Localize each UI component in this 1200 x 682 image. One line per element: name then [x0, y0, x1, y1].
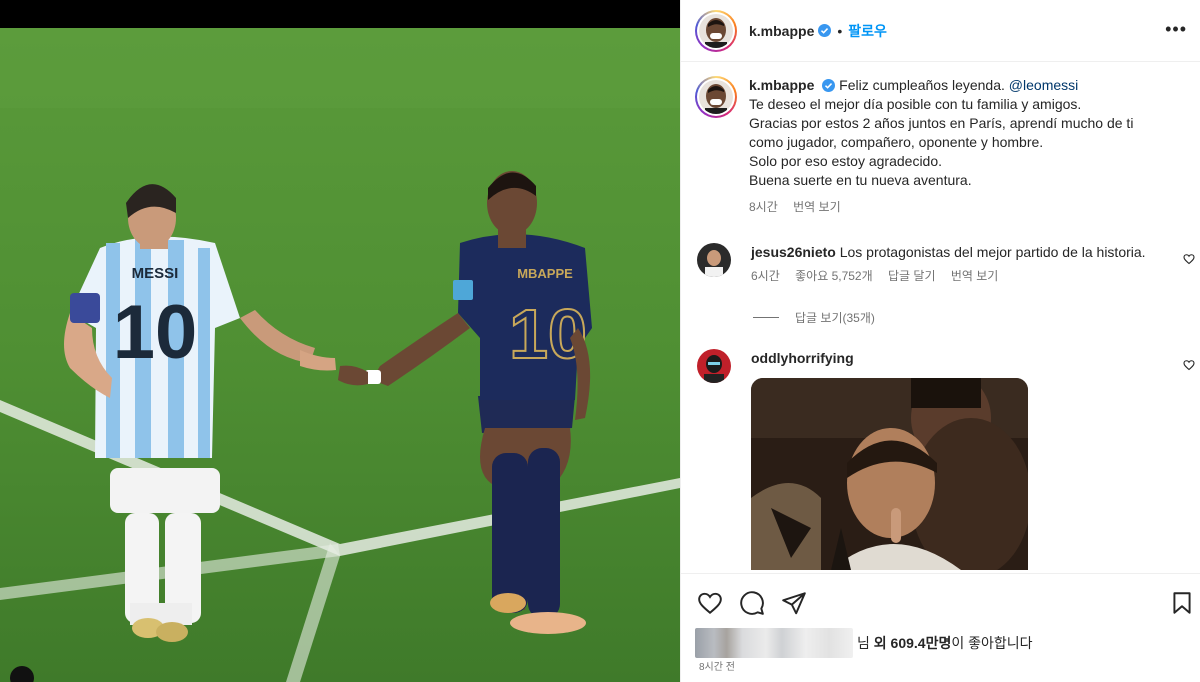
post-time: 8시간 전	[699, 662, 735, 673]
caption-avatar[interactable]	[695, 76, 737, 118]
likes-suffix: 이 좋아합니다	[951, 635, 1033, 651]
like-heart-icon[interactable]	[697, 590, 723, 616]
post-media[interactable]: MESSI 10 MBAPPE 10	[0, 0, 680, 682]
replies-line	[753, 317, 779, 318]
comment-icon[interactable]	[739, 590, 765, 616]
caption-line-5: Solo por eso estoy agradecido.	[749, 153, 943, 169]
likes-text: 님 외 609.4만명이 좋아합니다	[857, 633, 1033, 653]
left-jersey-number: 10	[113, 290, 198, 375]
comment-text: Los protagonistas del mejor partido de l…	[839, 244, 1146, 260]
commenter-avatar[interactable]	[697, 243, 731, 277]
follow-button[interactable]: 팔로우	[848, 21, 887, 41]
likes-count[interactable]: 외 609.4만명	[874, 635, 952, 651]
comment-like-heart-icon[interactable]	[1183, 253, 1195, 265]
author-avatar[interactable]	[695, 9, 737, 52]
reply-button[interactable]: 답글 달기	[888, 269, 936, 283]
more-options-icon[interactable]: •••	[1165, 20, 1187, 38]
commenter-username[interactable]: jesus26nieto	[751, 244, 836, 260]
caption-time: 8시간	[749, 200, 778, 214]
post-panel: k.mbappe • 팔로우 ••• k.mbappe Feliz cumple…	[680, 0, 1200, 682]
mention-link[interactable]: @leomessi	[1009, 77, 1078, 93]
left-jersey-name: MESSI	[132, 265, 179, 282]
comment-translate-link[interactable]: 번역 보기	[951, 269, 999, 283]
commenter-avatar[interactable]	[697, 349, 731, 383]
comment-like-heart-icon[interactable]	[1183, 359, 1195, 371]
view-replies-button[interactable]: 답글 보기(35개)	[753, 309, 875, 326]
avatar-image	[699, 80, 733, 114]
comment-image[interactable]	[751, 378, 1028, 570]
caption-line-3: Gracias por estos 2 años juntos en París…	[749, 115, 1134, 131]
verified-icon	[818, 24, 832, 37]
comment-item: jesus26nieto Los protagonistas del mejor…	[695, 243, 1195, 285]
caption-line-2: Te deseo el mejor día posible con tu fam…	[749, 96, 1082, 112]
caption-line-4: como jugador, compañero, oponente y homb…	[749, 134, 1044, 150]
comment-time: 6시간	[751, 269, 780, 283]
likes-summary[interactable]: 님 외 609.4만명이 좋아합니다	[695, 628, 1033, 658]
view-replies-label: 답글 보기(35개)	[795, 311, 875, 325]
post-image: MESSI 10 MBAPPE 10	[0, 28, 680, 682]
caption-username[interactable]: k.mbappe	[749, 77, 814, 93]
author-username[interactable]: k.mbappe	[749, 23, 814, 39]
verified-icon	[822, 79, 836, 92]
right-jersey-name: MBAPPE	[517, 266, 573, 281]
share-icon[interactable]	[781, 590, 807, 616]
separator-dot: •	[837, 22, 843, 39]
comment-likes[interactable]: 좋아요 5,752개	[795, 269, 873, 283]
post-actions: 님 외 609.4만명이 좋아합니다 8시간 전	[681, 573, 1200, 682]
commenter-username[interactable]: oddlyhorrifying	[751, 350, 854, 366]
caption-line-6: Buena suerte en tu nueva aventura.	[749, 172, 972, 188]
caption-line-1: Feliz cumpleaños leyenda.	[839, 77, 1009, 93]
avatar-image	[699, 13, 733, 48]
bookmark-icon[interactable]	[1169, 590, 1195, 616]
post-caption: k.mbappe Feliz cumpleaños leyenda. @leom…	[695, 76, 1185, 217]
liker-avatars-blurred	[695, 628, 853, 658]
post-header: k.mbappe • 팔로우 •••	[681, 0, 1200, 62]
caption-translate-link[interactable]: 번역 보기	[793, 200, 841, 214]
likes-prefix: 님	[857, 635, 874, 651]
media-top-bar	[0, 0, 680, 28]
